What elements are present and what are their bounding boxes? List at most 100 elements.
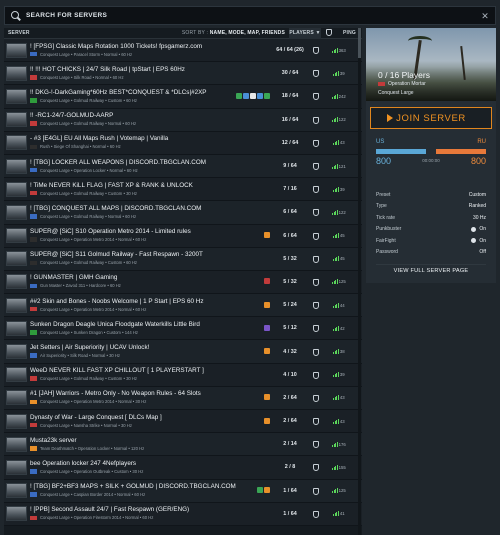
- signal-bars-icon: [332, 441, 338, 447]
- server-info: ##2 Skin and Bones - Noobs Welcome | 1 P…: [30, 294, 272, 317]
- server-meta-text: Conquest Large • Silk Road • Normal • 60…: [40, 74, 124, 80]
- server-meta: Conquest Large • Golmud Railway • Custom…: [30, 98, 137, 103]
- signal-bars-icon: [332, 47, 338, 53]
- region-flag-icon: [30, 376, 37, 381]
- mode-shield-icon: [313, 116, 319, 124]
- setting-value: On: [471, 238, 486, 244]
- server-row[interactable]: - #3 [E4GL] EU All Maps Rush | Votemap |…: [4, 131, 362, 155]
- server-meta-text: Conquest Large • Paracel Storm • Normal …: [40, 51, 133, 57]
- region-flag-icon: [30, 306, 37, 312]
- region-flag-icon: [30, 399, 37, 405]
- region-flag-icon: [30, 469, 37, 474]
- signal-bars-icon: [333, 325, 339, 331]
- server-badge-icon: [264, 487, 270, 494]
- server-name: SUPER@ [SiC] S11 Golmud Railway - Fast R…: [30, 251, 203, 259]
- player-count: 2 / 14: [283, 441, 297, 448]
- clear-search-icon[interactable]: ✕: [479, 10, 491, 22]
- join-server-button[interactable]: JOIN SERVER: [370, 107, 492, 129]
- server-row[interactable]: SUPER@ [SiC] S10 Operation Metro 2014 - …: [4, 224, 362, 248]
- map-thumbnail: [6, 344, 27, 360]
- server-row[interactable]: ! [TBG] BF2+BF3 MAPS + SILK + GOLMUD | D…: [4, 479, 362, 503]
- setting-key: Tick rate: [376, 214, 395, 221]
- server-row[interactable]: !! !!! HOT CHICKS | 24/7 Silk Road | tpS…: [4, 62, 362, 86]
- sort-by[interactable]: SORT BY : NAME, MODE, MAP, FRIENDS: [170, 30, 289, 36]
- signal-bars-icon: [333, 70, 339, 76]
- server-details-panel: 0 / 16 Players Operation Mortar Conquest…: [366, 28, 496, 283]
- server-row[interactable]: Dynasty of War - Large Conquest [ DLCs M…: [4, 410, 362, 434]
- server-row[interactable]: ! [TBG] LOCKER ALL WEAPONS | DISCORD.TBG…: [4, 154, 362, 179]
- ping-value: 43: [339, 395, 345, 401]
- server-meta-text: Rush • Siege Of Shanghai • Normal • 60 H…: [40, 144, 121, 150]
- game-mode-cell: [308, 157, 324, 175]
- scrollbar[interactable]: [358, 28, 361, 535]
- join-server-label: JOIN SERVER: [396, 112, 466, 124]
- setting-row: Preset Custom: [376, 189, 486, 201]
- server-row[interactable]: WeeD NEVER KILL FAST XP CHILLOUT [ 1 PLA…: [4, 363, 362, 387]
- game-mode-cell: [308, 250, 324, 268]
- scrollbar-thumb[interactable]: [358, 28, 361, 58]
- player-count: 5 / 32: [283, 278, 297, 285]
- sort-by-values[interactable]: NAME, MODE, MAP, FRIENDS: [210, 30, 285, 36]
- search-input[interactable]: [26, 12, 466, 19]
- server-name: ##2 Skin and Bones - Noobs Welcome | 1 P…: [30, 297, 204, 305]
- game-mode-cell: [308, 435, 324, 453]
- server-name: #1 [JAH] Warriors - Metro Only - No Weap…: [30, 390, 201, 398]
- server-badges: [264, 301, 270, 308]
- player-count: 6 / 64: [283, 232, 297, 239]
- signal-bars-icon: [333, 418, 339, 424]
- setting-value: 30 Hz: [473, 215, 486, 221]
- server-row[interactable]: ! TiMe NEVER KiLL FLAG | FAST XP & RANK …: [4, 178, 362, 202]
- ping-cell: 125: [324, 488, 354, 494]
- server-meta: Conquest Large • Operation Metro 2014 • …: [30, 399, 146, 404]
- server-row[interactable]: ##2 Skin and Bones - Noobs Welcome | 1 P…: [4, 294, 362, 318]
- column-server[interactable]: SERVER: [4, 30, 170, 36]
- ping-value: 43: [339, 418, 345, 424]
- server-row[interactable]: Musta23k server Team Deathmatch • Operat…: [4, 433, 362, 457]
- server-meta: Conquest Large • Nansha Strike • Normal …: [30, 423, 132, 428]
- server-info: Sunken Dragon Deagle Unica Floodgate Wat…: [30, 317, 272, 340]
- server-name: ! [FPSG] Classic Maps Rotation 1000 Tick…: [30, 42, 203, 50]
- round-timer: 00:00:00: [422, 158, 440, 163]
- server-meta-text: Conquest Large • Operation Firestorm 201…: [40, 515, 154, 521]
- ping-cell: 363: [324, 47, 354, 53]
- server-meta-text: Conquest Large • Sunken Dragon • Custom …: [40, 329, 138, 335]
- server-badge-icon: [257, 92, 263, 99]
- server-row[interactable]: ! GUNMASTER | GMH Gaming Gun Master • Za…: [4, 270, 362, 295]
- server-list: SERVER SORT BY : NAME, MODE, MAP, FRIEND…: [4, 27, 362, 535]
- column-mode[interactable]: [321, 28, 337, 38]
- player-count: 4 / 32: [283, 348, 297, 355]
- server-row[interactable]: #1 [JAH] Warriors - Metro Only - No Weap…: [4, 386, 362, 410]
- player-count: 5 / 12: [283, 325, 297, 332]
- server-row[interactable]: !! DKG-!-DarkGaming*60Hz BEST*CONQUEST &…: [4, 85, 362, 109]
- signal-bars-icon: [333, 256, 339, 262]
- server-row[interactable]: Jet Setters | Air Superiority | UCAV Unl…: [4, 340, 362, 364]
- map-preview-art: [408, 36, 432, 46]
- view-full-server-page-button[interactable]: VIEW FULL SERVER PAGE: [376, 264, 486, 276]
- game-mode-cell: [308, 458, 324, 476]
- mode-shield-icon: [313, 510, 319, 518]
- server-info: ! [TBG] LOCKER ALL WEAPONS | DISCORD.TBG…: [30, 155, 272, 178]
- ping-value: 242: [338, 93, 346, 99]
- column-players[interactable]: PLAYERS ▼: [289, 27, 321, 39]
- server-meta: Air Superiority • Silk Road • Normal • 3…: [30, 353, 120, 358]
- region-flag-icon: [30, 214, 37, 219]
- mode-shield-icon: [313, 209, 319, 217]
- game-mode-cell: [308, 389, 324, 407]
- server-name: WeeD NEVER KILL FAST XP CHILLOUT [ 1 PLA…: [30, 367, 204, 375]
- server-badge-icon: [264, 278, 270, 285]
- server-row[interactable]: ! [TBG] CONQUEST ALL MAPS | DISCORD.TBGC…: [4, 201, 362, 225]
- server-row[interactable]: Sunken Dragon Deagle Unica Floodgate Wat…: [4, 317, 362, 341]
- server-row[interactable]: !! -RC1-24/7-GOLMUD-AARP Conquest Large …: [4, 108, 362, 132]
- setting-value-text: On: [479, 226, 486, 233]
- server-row[interactable]: ! [FPSG] Classic Maps Rotation 1000 Tick…: [4, 39, 362, 63]
- server-badge-icon: [257, 487, 263, 494]
- signal-bars-icon: [332, 209, 338, 215]
- ping-value: 122: [338, 209, 346, 215]
- server-row[interactable]: SUPER@ [SiC] S11 Golmud Railway - Fast R…: [4, 247, 362, 271]
- player-count: 7 / 16: [283, 186, 297, 193]
- map-thumbnail: [6, 65, 27, 81]
- ping-value: 363: [338, 47, 346, 53]
- server-row[interactable]: bee Operation locker 247 4Nefplayers Con…: [4, 456, 362, 480]
- server-row[interactable]: ! [PPB] Second Assault 24/7 | Fast Respa…: [4, 502, 362, 526]
- server-meta: Conquest Large • Golmud Railway • Normal…: [30, 214, 136, 219]
